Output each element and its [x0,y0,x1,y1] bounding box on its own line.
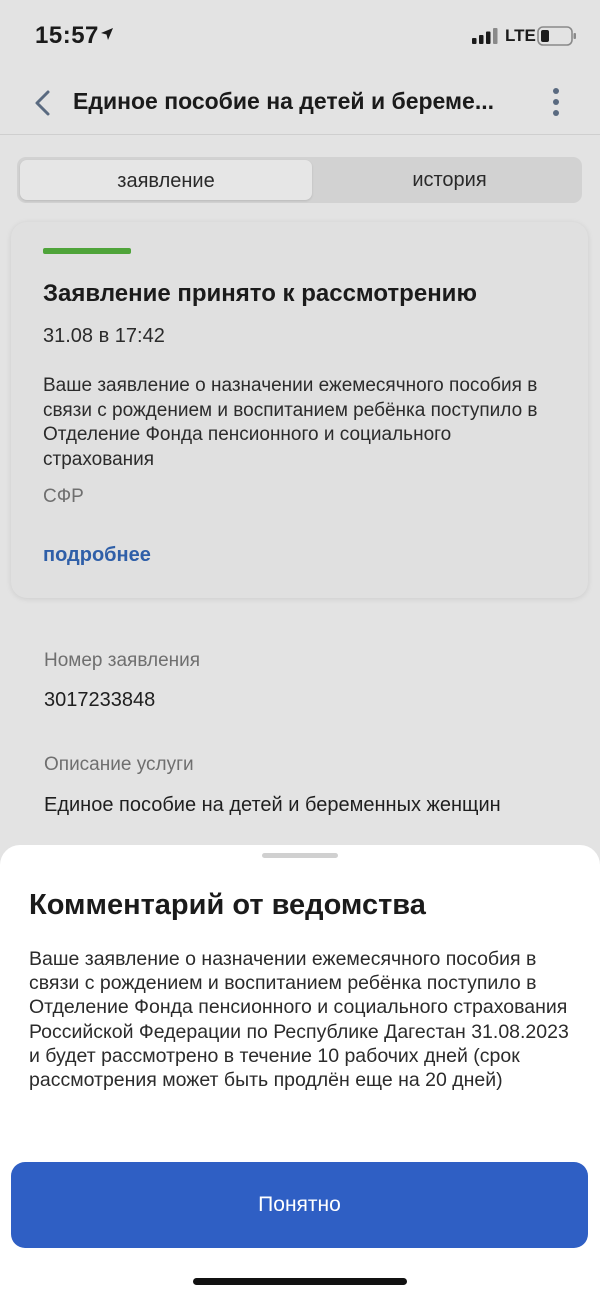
network-type: LTE [505,26,536,45]
comment-bottom-sheet: Комментарий от ведомства Ваше заявление … [0,845,600,1297]
battery-icon [537,26,577,51]
sheet-title: Комментарий от ведомства [29,889,426,921]
status-time: 15:57 [35,22,99,49]
tab-history[interactable]: история [317,157,582,203]
back-arrow-icon[interactable] [30,88,58,118]
location-arrow-icon [100,27,114,46]
app-header: Единое пособие на детей и береме... [0,72,600,135]
status-description: Ваше заявление о назначении ежемесячного… [43,375,538,470]
segmented-tabs: заявление история [17,157,582,203]
sheet-drag-handle[interactable] [262,853,338,858]
details-link[interactable]: подробнее [43,544,151,567]
page-title: Единое пособие на детей и береме... [73,88,494,114]
sheet-comment-text: Ваше заявление о назначении ежемесячного… [29,948,569,1092]
home-indicator [193,1278,407,1285]
service-description-value: Единое пособие на детей и беременных жен… [44,794,501,816]
status-title: Заявление принято к рассмотрению [43,280,477,307]
ok-button[interactable]: Понятно [11,1162,588,1248]
application-number-label: Номер заявления [44,650,201,671]
status-indicator-bar [43,248,131,254]
tab-application[interactable]: заявление [20,160,312,200]
application-number-value: 3017233848 [44,689,156,711]
status-bar: 15:57 LTE [0,0,600,72]
application-status-card: Заявление принято к рассмотрению 31.08 в… [11,222,588,598]
service-description-label: Описание услуги [44,754,194,775]
status-date: 31.08 в 17:42 [43,325,165,347]
more-vertical-icon[interactable] [548,86,564,118]
status-source: СФР [43,486,84,507]
signal-strength-icon [472,28,498,49]
